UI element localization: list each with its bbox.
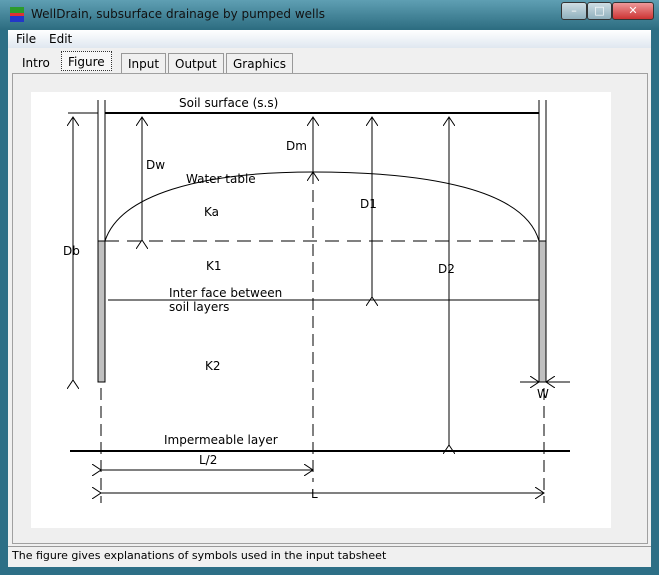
l-half-label: L/2 <box>199 453 217 467</box>
w-label: W <box>537 387 549 401</box>
dw-label: Dw <box>146 158 165 172</box>
l-label: L <box>311 487 318 501</box>
interface-label-2: soil layers <box>169 300 229 314</box>
db-label: Db <box>63 244 80 258</box>
interface-label-1: Inter face between <box>169 286 282 300</box>
k2-label: K2 <box>205 359 221 373</box>
dm-label: Dm <box>286 139 307 153</box>
water-table-label: Water table <box>186 172 256 186</box>
d1-label: D1 <box>360 197 377 211</box>
impermeable-label: Impermeable layer <box>164 433 278 447</box>
ka-label: Ka <box>204 205 219 219</box>
k1-label: K1 <box>206 259 222 273</box>
soil-surface-label: Soil surface (s.s) <box>179 96 278 110</box>
well-drainage-diagram: Soil surface (s.s) Water table Inter fac… <box>31 92 611 528</box>
d2-label: D2 <box>438 262 455 276</box>
figure-canvas <box>31 92 611 528</box>
